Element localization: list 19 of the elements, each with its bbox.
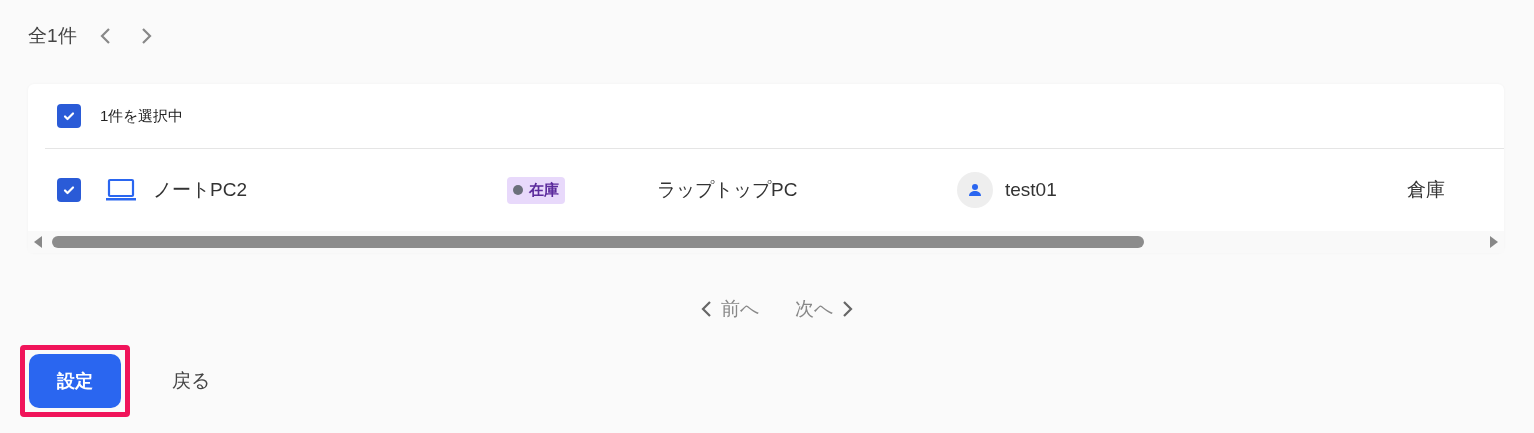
table-cell-text: ノートPC2 [153, 178, 248, 202]
status-badge: 在庫 [507, 176, 565, 204]
scroll-right-icon[interactable] [1490, 236, 1498, 248]
select-all-checkbox[interactable] [57, 104, 81, 128]
row-checkbox[interactable] [57, 178, 81, 202]
back-button[interactable]: 戻る [166, 367, 216, 395]
table-cell-text: ラップトップPC [657, 178, 799, 202]
settings-button[interactable]: 設定 [29, 354, 121, 408]
chevron-left-icon [699, 299, 713, 319]
chevron-right-icon [841, 299, 855, 319]
selection-count: 1件を選択中 [100, 106, 184, 126]
next-link[interactable]: 次へ [795, 296, 855, 322]
table-cell-text: 倉庫 [1407, 178, 1446, 202]
avatar-icon [957, 172, 993, 208]
previous-link[interactable]: 前へ [699, 296, 759, 322]
laptop-icon [105, 178, 137, 202]
table-cell-text: test01 [1005, 179, 1058, 201]
result-count: 全1件 [28, 24, 77, 48]
scroll-left-icon[interactable] [34, 236, 42, 248]
